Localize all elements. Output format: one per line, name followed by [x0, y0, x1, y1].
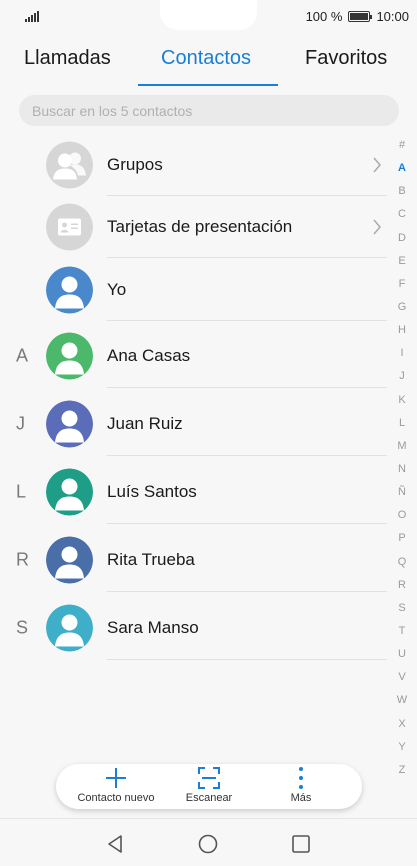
index-letter[interactable]: A	[398, 163, 406, 174]
groups-item[interactable]: Grupos	[0, 134, 387, 196]
index-letter[interactable]: P	[398, 533, 405, 544]
more-label: Más	[290, 792, 312, 804]
contact-name: Rita Trueba	[107, 550, 195, 569]
index-letter[interactable]: C	[398, 209, 406, 220]
business-cards-label: Tarjetas de presentación	[107, 217, 293, 236]
contact-item[interactable]: J Juan Ruiz	[0, 392, 387, 456]
business-cards-item[interactable]: Tarjetas de presentación	[0, 196, 387, 258]
status-bar: 100 % 10:00	[0, 0, 417, 34]
groups-label: Grupos	[107, 155, 163, 174]
contact-item[interactable]: R Rita Trueba	[0, 528, 387, 592]
back-icon[interactable]	[105, 833, 127, 855]
signal-icon	[25, 11, 39, 22]
divider	[107, 523, 387, 524]
search-input[interactable]: Buscar en los 5 contactos	[19, 95, 399, 126]
index-letter[interactable]: L	[399, 417, 405, 429]
index-letter[interactable]: O	[398, 510, 407, 521]
contact-name: Ana Casas	[107, 346, 191, 365]
me-label: Yo	[107, 280, 127, 299]
contact-avatar-icon	[46, 536, 93, 584]
contact-avatar-icon	[46, 332, 93, 380]
tab-llamadas[interactable]: Llamadas	[24, 47, 111, 70]
index-letter[interactable]: M	[397, 440, 406, 452]
section-letter: S	[16, 617, 29, 638]
index-letter[interactable]: T	[399, 625, 406, 637]
contact-item[interactable]: S Sara Manso	[0, 596, 387, 660]
index-letter[interactable]: F	[399, 278, 406, 290]
index-letter[interactable]: W	[397, 695, 407, 706]
contact-item[interactable]: L Luís Santos	[0, 460, 387, 524]
more-vertical-icon	[299, 767, 303, 789]
divider	[107, 659, 387, 660]
index-letter[interactable]: #	[399, 140, 405, 151]
index-letter[interactable]: N	[398, 463, 406, 475]
new-contact-button[interactable]: Contacto nuevo	[66, 766, 166, 804]
contact-item[interactable]: A Ana Casas	[0, 324, 387, 388]
business-card-icon	[46, 203, 93, 251]
more-button[interactable]: Más	[251, 766, 351, 804]
contact-name: Sara Manso	[107, 618, 199, 637]
contact-avatar-icon	[46, 400, 93, 448]
clock: 10:00	[376, 9, 409, 24]
index-letter[interactable]: K	[398, 394, 405, 406]
divider	[107, 387, 387, 388]
contact-name: Juan Ruiz	[107, 414, 183, 433]
index-letter[interactable]: Ñ	[398, 487, 406, 498]
contact-avatar-icon	[46, 604, 93, 652]
contact-name: Luís Santos	[107, 482, 197, 501]
scan-label: Escanear	[185, 792, 233, 804]
me-item[interactable]: Yo	[0, 259, 387, 321]
new-contact-label: Contacto nuevo	[77, 792, 155, 804]
person-avatar-icon	[46, 266, 93, 314]
index-letter[interactable]: I	[400, 348, 403, 359]
index-letter[interactable]: S	[398, 602, 405, 614]
index-letter[interactable]: Q	[398, 556, 407, 568]
index-letter[interactable]: G	[398, 301, 407, 313]
section-letter: R	[16, 549, 29, 570]
index-letter[interactable]: E	[398, 255, 405, 267]
index-letter[interactable]: U	[398, 649, 406, 660]
tab-indicator	[138, 84, 278, 86]
battery-percent: 100 %	[305, 9, 343, 24]
divider	[107, 455, 387, 456]
group-avatar-icon	[46, 141, 93, 189]
alphabet-index[interactable]: # A B C D E F G H I J K L M N Ñ O P Q R S T U V W X Y Z	[393, 140, 411, 776]
index-letter[interactable]: Z	[399, 764, 406, 776]
home-icon[interactable]	[197, 833, 219, 855]
section-letter: J	[16, 413, 25, 434]
scan-button[interactable]: Escanear	[159, 766, 259, 804]
camera-notch	[160, 0, 257, 30]
index-letter[interactable]: V	[398, 672, 405, 683]
search-placeholder: Buscar en los 5 contactos	[32, 102, 193, 119]
tab-contactos[interactable]: Contactos	[161, 47, 251, 70]
section-letter: A	[16, 345, 29, 366]
index-letter[interactable]: J	[399, 371, 405, 382]
index-letter[interactable]: Y	[398, 741, 405, 753]
battery-icon	[348, 11, 373, 22]
index-letter[interactable]: B	[398, 186, 405, 197]
index-letter[interactable]: X	[398, 718, 405, 730]
scan-icon	[198, 767, 220, 789]
index-letter[interactable]: R	[398, 579, 406, 591]
bottom-toolbar: Contacto nuevo Escanear Más	[56, 764, 362, 809]
divider	[107, 320, 387, 321]
contact-avatar-icon	[46, 468, 93, 516]
divider	[107, 591, 387, 592]
chevron-right-icon	[373, 219, 381, 235]
tab-bar: Llamadas Contactos Favoritos	[0, 34, 417, 88]
navigation-bar	[0, 818, 417, 866]
index-letter[interactable]: D	[398, 232, 406, 244]
plus-icon	[106, 768, 126, 788]
recents-icon[interactable]	[290, 833, 312, 855]
index-letter[interactable]: H	[398, 325, 406, 336]
chevron-right-icon	[373, 157, 381, 173]
section-letter: L	[16, 481, 27, 502]
tab-favoritos[interactable]: Favoritos	[305, 47, 387, 70]
divider	[107, 257, 387, 258]
